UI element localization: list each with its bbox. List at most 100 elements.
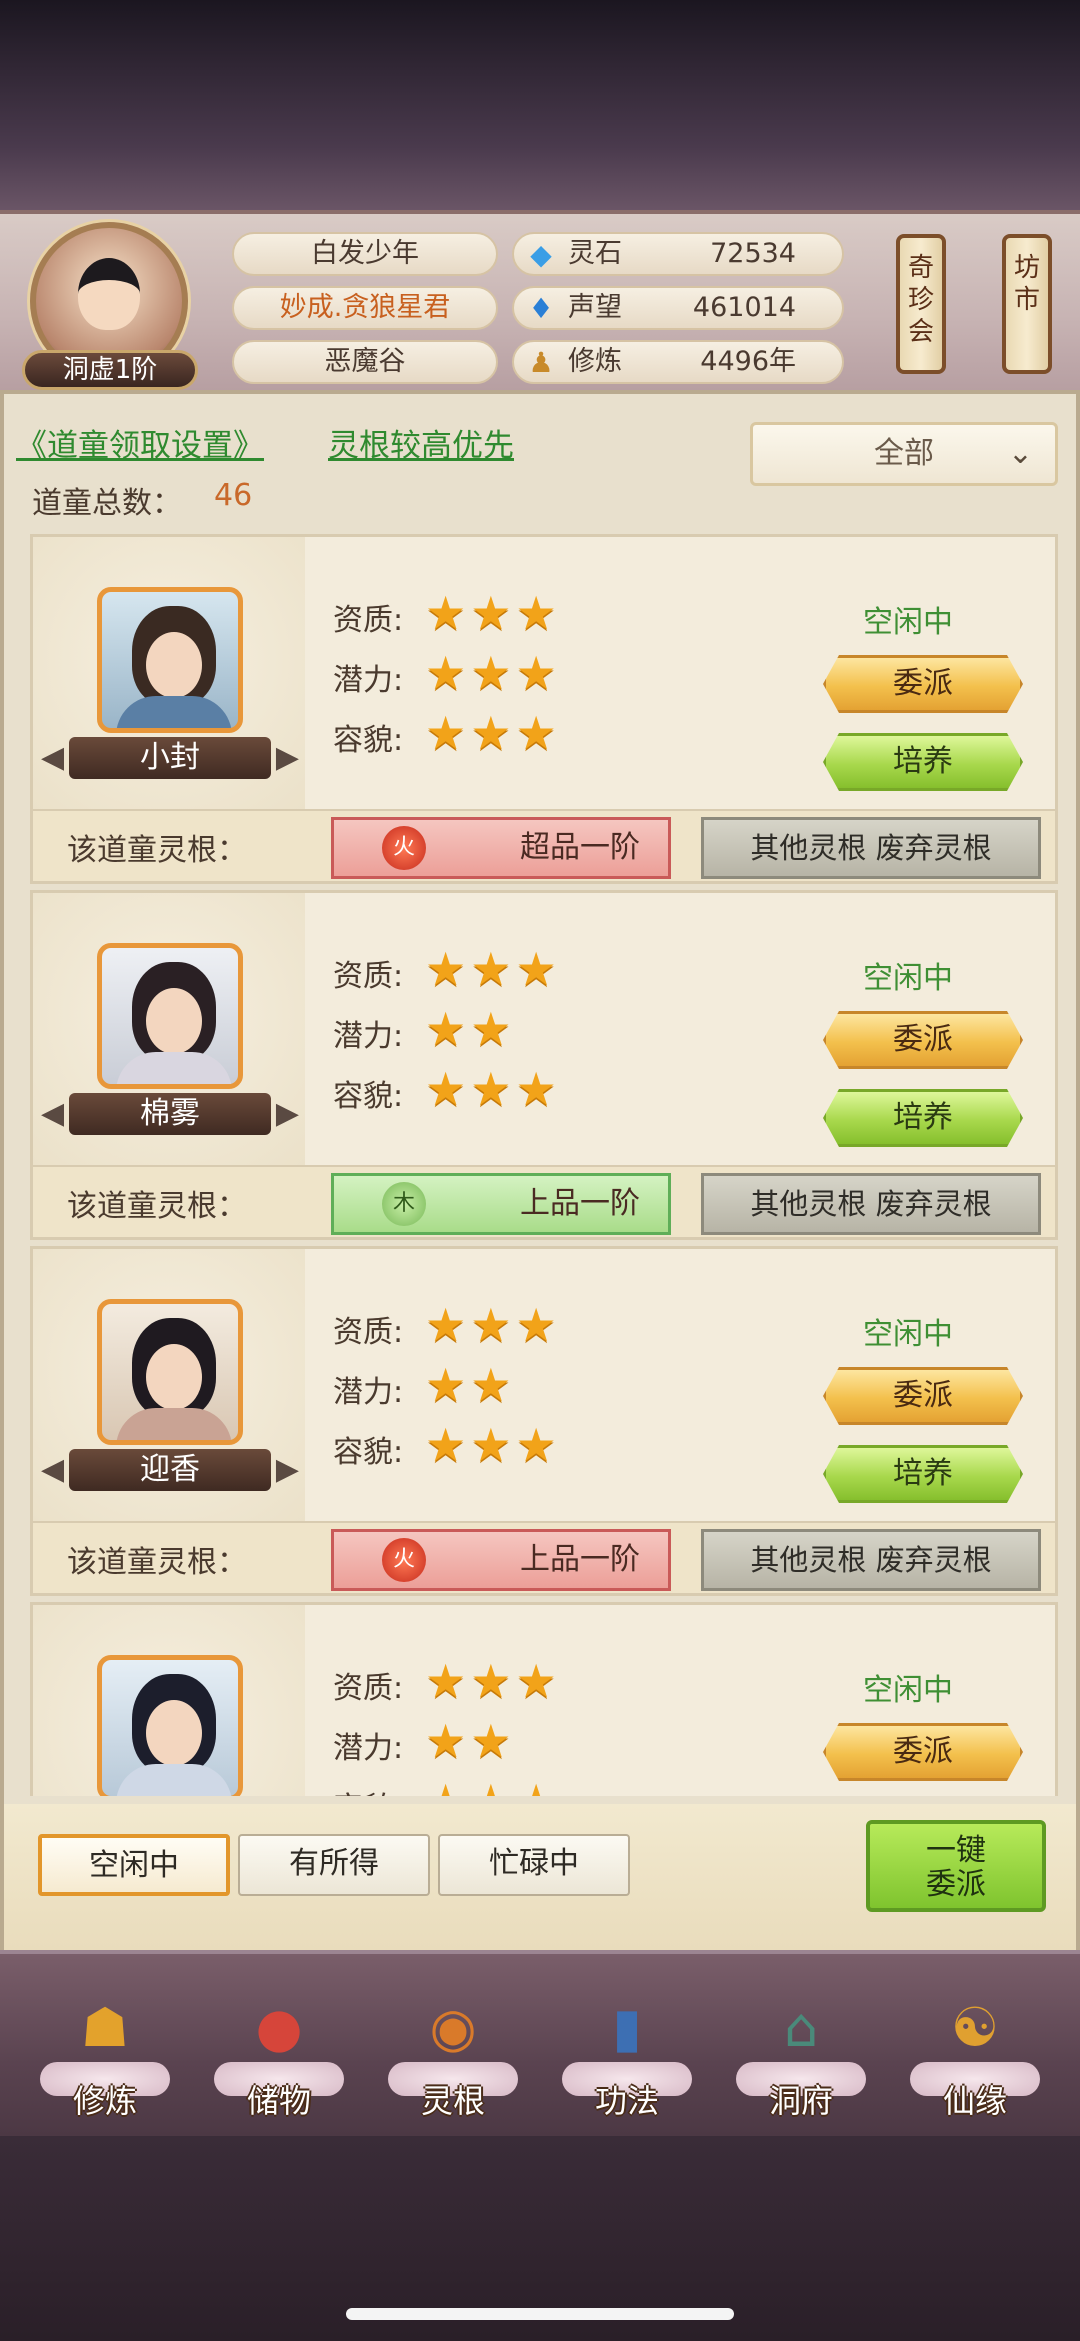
chevron-down-icon: ⌄ xyxy=(1007,436,1033,471)
spirit-root-pill[interactable]: 火 上品一阶 xyxy=(331,1529,671,1591)
servant-portrait[interactable] xyxy=(97,943,243,1089)
potential-label: 潜力: xyxy=(333,663,404,698)
nav-spirit-root[interactable]: ◉ 灵根 xyxy=(378,1964,528,2134)
appearance-label: 容貌: xyxy=(333,1435,404,1470)
star-icon: ★ xyxy=(515,942,561,996)
servant-portrait[interactable] xyxy=(97,587,243,733)
prev-arrow-icon: ◀ xyxy=(41,740,65,775)
spirit-root-pill[interactable]: 木 上品一阶 xyxy=(331,1173,671,1235)
nav-cultivate[interactable]: ☗ 修炼 xyxy=(30,1964,180,2134)
servant-panel: 《道童领取设置》 灵根较高优先 全部 ⌄ 道童总数： 46 ◀ 小封 ▶ 资质:… xyxy=(0,390,1080,1950)
spirit-root-grade: 上品一阶 xyxy=(520,1186,640,1221)
spirit-root-label: 该道童灵根： xyxy=(67,1189,247,1224)
other-roots-button[interactable]: 其他灵根 废弃灵根 xyxy=(701,817,1041,879)
spirit-root-row: 该道童灵根： 火 上品一阶 其他灵根 废弃灵根 xyxy=(33,1521,1055,1593)
tab-idle[interactable]: 空闲中 xyxy=(38,1834,230,1896)
potential-stars: ★★ xyxy=(425,1003,516,1055)
appearance-stars: ★★★ xyxy=(425,1419,561,1471)
servant-settings-link[interactable]: 《道童领取设置》 xyxy=(16,420,264,465)
next-arrow-icon: ▶ xyxy=(275,740,299,775)
star-icon: ★ xyxy=(470,1774,515,1796)
wood-element-icon: 木 xyxy=(382,1182,426,1226)
appearance-stars: ★★★ xyxy=(425,707,561,759)
player-title: 妙成.贪狼星君 xyxy=(232,286,498,330)
star-icon: ★ xyxy=(425,646,471,700)
star-icon: ★ xyxy=(425,1774,470,1796)
star-icon: ★ xyxy=(470,1298,516,1352)
star-icon: ★ xyxy=(470,1654,516,1708)
servant-portrait[interactable] xyxy=(97,1299,243,1445)
star-icon: ★ xyxy=(470,1714,516,1768)
spirit-root-label: 该道童灵根： xyxy=(67,833,247,868)
train-button[interactable]: 培养 xyxy=(823,1445,1023,1503)
resource-value: 4496年 xyxy=(700,346,796,377)
assign-button[interactable]: 委派 xyxy=(823,1367,1023,1425)
aptitude-stars: ★★★ xyxy=(425,943,561,995)
star-icon: ★ xyxy=(515,586,561,640)
star-icon: ★ xyxy=(425,586,471,640)
other-roots-button[interactable]: 其他灵根 废弃灵根 xyxy=(701,1173,1041,1235)
servant-portrait[interactable] xyxy=(97,1655,243,1796)
aptitude-stars: ★★★ xyxy=(425,587,561,639)
train-button[interactable]: 培养 xyxy=(823,1089,1023,1147)
treasure-hall-label: 奇珍会 xyxy=(907,253,934,347)
portrait-body xyxy=(116,1408,232,1440)
home-indicator[interactable] xyxy=(346,2308,734,2320)
market-button[interactable]: 坊市 xyxy=(1002,234,1052,374)
servant-portrait-area: ◀ 小封 ▶ xyxy=(33,537,305,809)
next-arrow-icon: ▶ xyxy=(275,1096,299,1131)
next-arrow-icon: ▶ xyxy=(275,1452,299,1487)
star-icon: ★ xyxy=(470,1002,516,1056)
spirit-root-row: 该道童灵根： 火 超品一阶 其他灵根 废弃灵根 xyxy=(33,809,1055,881)
technique-book-icon: ▮ xyxy=(612,1996,642,2059)
fire-element-icon: 火 xyxy=(382,826,426,870)
other-roots-button[interactable]: 其他灵根 废弃灵根 xyxy=(701,1529,1041,1591)
potential-stars: ★★ xyxy=(425,1715,516,1767)
potential-label: 潜力: xyxy=(333,1019,404,1054)
portrait-face xyxy=(146,988,202,1054)
spirit-root-pill[interactable]: 火 超品一阶 xyxy=(331,817,671,879)
nav-immortal-fate[interactable]: ☯ 仙缘 xyxy=(900,1964,1050,2134)
player-rank-badge: 洞虚1阶 xyxy=(22,350,198,390)
assign-button[interactable]: 委派 xyxy=(823,1723,1023,1781)
assign-button[interactable]: 委派 xyxy=(823,1011,1023,1069)
avatar-face xyxy=(78,258,140,330)
star-icon: ★ xyxy=(425,1358,471,1412)
star-icon: ★ xyxy=(470,706,516,760)
filter-dropdown[interactable]: 全部 ⌄ xyxy=(750,422,1058,486)
treasure-hall-button[interactable]: 奇珍会 xyxy=(896,234,946,374)
appearance-stars: ★★★ xyxy=(425,1063,561,1115)
aptitude-label: 资质: xyxy=(333,1315,404,1350)
star-icon: ★ xyxy=(515,1654,561,1708)
resource-spirit-stone: ◆ 灵石 72534 xyxy=(512,232,844,276)
portrait-face xyxy=(146,1344,202,1410)
aptitude-stars: ★★★ xyxy=(425,1655,561,1707)
resource-value: 72534 xyxy=(710,238,796,269)
priority-link[interactable]: 灵根较高优先 xyxy=(328,420,514,465)
servant-name-bar: ◀ 棉雾 ▶ xyxy=(41,1093,299,1135)
aptitude-label: 资质: xyxy=(333,603,404,638)
star-icon: ★ xyxy=(515,646,561,700)
appearance-label: 容貌: xyxy=(333,723,404,758)
servant-portrait-area: ◀ 棉雾 ▶ xyxy=(33,893,305,1165)
servant-name-bar: ◀ 小封 ▶ xyxy=(41,737,299,779)
servant-list[interactable]: ◀ 小封 ▶ 资质: ★★★ 潜力: ★★★ 容貌: ★★★ 空闲中 委派 培养… xyxy=(30,534,1058,1796)
one-click-assign-button[interactable]: 一键 委派 xyxy=(866,1820,1046,1912)
potential-stars: ★★★ xyxy=(425,647,561,699)
nav-cave-mansion[interactable]: ⌂ 洞府 xyxy=(726,1964,876,2134)
train-button[interactable]: 培养 xyxy=(823,733,1023,791)
appearance-label: 容貌: xyxy=(333,1783,403,1796)
servant-status: 空闲中 xyxy=(863,1317,953,1352)
spirit-root-grade: 超品一阶 xyxy=(520,830,640,865)
nav-storage[interactable]: ● 储物 xyxy=(204,1964,354,2134)
star-icon: ★ xyxy=(425,706,471,760)
tab-busy[interactable]: 忙碌中 xyxy=(438,1834,630,1896)
assign-button[interactable]: 委派 xyxy=(823,655,1023,713)
fire-element-icon: 火 xyxy=(382,1538,426,1582)
nav-technique[interactable]: ▮ 功法 xyxy=(552,1964,702,2134)
spirit-root-label: 该道童灵根： xyxy=(67,1545,247,1580)
immortal-fate-icon: ☯ xyxy=(950,1996,1000,2059)
servant-card: ◀ 迎香 ▶ 资质: ★★★ 潜力: ★★ 容貌: ★★★ 空闲中 委派 培养 … xyxy=(30,1246,1058,1596)
tab-rewarded[interactable]: 有所得 xyxy=(238,1834,430,1896)
servant-name-bar: ◀ 迎香 ▶ xyxy=(41,1449,299,1491)
